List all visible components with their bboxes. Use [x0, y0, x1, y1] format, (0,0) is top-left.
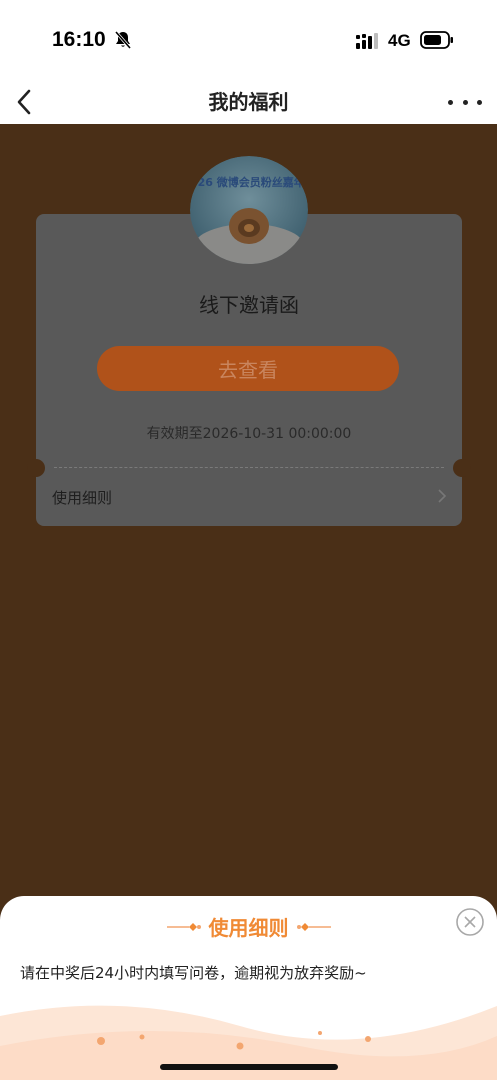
more-button[interactable] — [448, 92, 482, 112]
network-type: 4G — [388, 31, 411, 50]
nav-bar: 我的福利 — [0, 80, 497, 124]
signal-icon — [356, 33, 378, 49]
page-title: 我的福利 — [208, 90, 289, 114]
more-icon — [448, 99, 453, 105]
card-notch-left — [27, 459, 45, 477]
rules-row-label: 使用细则 — [52, 489, 113, 507]
card-notch-right — [453, 459, 471, 477]
title-deco-right-icon — [296, 922, 331, 931]
title-deco-left-icon — [166, 922, 201, 931]
status-time: 16:10 — [52, 28, 106, 51]
rules-row[interactable]: 使用细则 — [36, 476, 462, 516]
badge-title: 2026 微博会员粉丝嘉年华 — [190, 175, 308, 189]
view-button[interactable]: 去查看 — [97, 346, 399, 391]
sheet-title-row: 使用细则 — [0, 912, 497, 941]
home-indicator — [160, 1064, 338, 1070]
battery-icon — [420, 31, 453, 49]
benefit-name: 线下邀请函 — [199, 293, 299, 317]
card-divider — [54, 467, 444, 468]
chevron-right-icon — [438, 489, 447, 503]
rules-content: 请在中奖后24小时内填写问卷，逾期视为放弃奖励~ — [20, 964, 367, 982]
sheet-title: 使用细则 — [208, 916, 289, 940]
more-icon-dot — [477, 99, 482, 105]
more-icon-dot — [462, 99, 468, 105]
benefit-badge-image: 2026 微博会员粉丝嘉年华 — [190, 156, 308, 264]
close-icon[interactable] — [455, 907, 485, 937]
bell-off-icon — [114, 31, 132, 49]
rules-sheet: 使用细则 请在中奖后24小时内填写问卷，逾期视为放弃奖励~ — [0, 896, 497, 1080]
validity-text: 有效期至2026-10-31 00:00:00 — [146, 426, 352, 442]
status-bar: 16:10 4G — [0, 0, 497, 80]
